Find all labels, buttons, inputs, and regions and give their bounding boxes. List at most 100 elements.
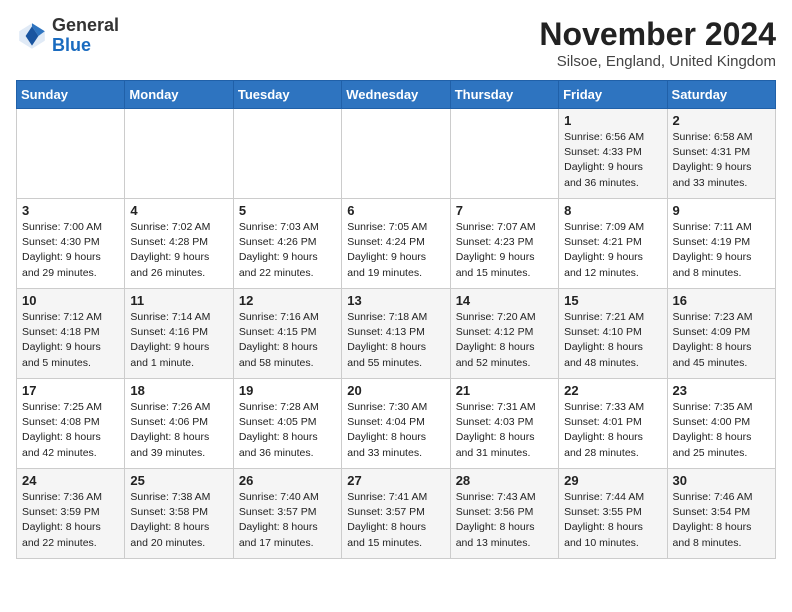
day-info: Sunrise: 7:03 AM Sunset: 4:26 PM Dayligh… bbox=[239, 220, 336, 281]
calendar-cell: 4 Sunrise: 7:02 AM Sunset: 4:28 PM Daylig… bbox=[125, 199, 233, 289]
calendar-cell: 9 Sunrise: 7:11 AM Sunset: 4:19 PM Daylig… bbox=[667, 199, 775, 289]
day-info: Sunrise: 7:00 AM Sunset: 4:30 PM Dayligh… bbox=[22, 220, 119, 281]
day-number: 21 bbox=[456, 383, 553, 398]
day-info: Sunrise: 7:20 AM Sunset: 4:12 PM Dayligh… bbox=[456, 310, 553, 371]
day-number: 15 bbox=[564, 293, 661, 308]
weekday-header-row: SundayMondayTuesdayWednesdayThursdayFrid… bbox=[17, 81, 776, 109]
day-number: 14 bbox=[456, 293, 553, 308]
day-number: 27 bbox=[347, 473, 444, 488]
calendar-cell bbox=[233, 109, 341, 199]
day-info: Sunrise: 7:05 AM Sunset: 4:24 PM Dayligh… bbox=[347, 220, 444, 281]
day-number: 7 bbox=[456, 203, 553, 218]
day-info: Sunrise: 7:36 AM Sunset: 3:59 PM Dayligh… bbox=[22, 490, 119, 551]
day-number: 9 bbox=[673, 203, 770, 218]
day-info: Sunrise: 7:23 AM Sunset: 4:09 PM Dayligh… bbox=[673, 310, 770, 371]
day-number: 5 bbox=[239, 203, 336, 218]
day-info: Sunrise: 7:07 AM Sunset: 4:23 PM Dayligh… bbox=[456, 220, 553, 281]
calendar-cell: 21Sunrise: 7:31 AM Sunset: 4:03 PM Dayli… bbox=[450, 379, 558, 469]
calendar-cell bbox=[17, 109, 125, 199]
calendar-cell: 20 Sunrise: 7:30 AM Sunset: 4:04 PM Dayli… bbox=[342, 379, 450, 469]
day-number: 2 bbox=[673, 113, 770, 128]
calendar-cell: 26 Sunrise: 7:40 AM Sunset: 3:57 PM Dayli… bbox=[233, 469, 341, 559]
location: Silsoe, England, United Kingdom bbox=[539, 53, 776, 70]
day-number: 22 bbox=[564, 383, 661, 398]
day-number: 28 bbox=[456, 473, 553, 488]
calendar-cell bbox=[450, 109, 558, 199]
calendar-table: SundayMondayTuesdayWednesdayThursdayFrid… bbox=[16, 80, 776, 559]
day-number: 8 bbox=[564, 203, 661, 218]
day-number: 4 bbox=[130, 203, 227, 218]
day-info: Sunrise: 7:26 AM Sunset: 4:06 PM Dayligh… bbox=[130, 400, 227, 461]
day-number: 25 bbox=[130, 473, 227, 488]
day-number: 17 bbox=[22, 383, 119, 398]
calendar-week-row: 10 Sunrise: 7:12 AM Sunset: 4:18 PM Dayli… bbox=[17, 289, 776, 379]
day-number: 3 bbox=[22, 203, 119, 218]
day-number: 18 bbox=[130, 383, 227, 398]
calendar-cell: 2Sunrise: 6:58 AM Sunset: 4:31 PM Daylig… bbox=[667, 109, 775, 199]
calendar-cell: 23 Sunrise: 7:35 AM Sunset: 4:00 PM Dayli… bbox=[667, 379, 775, 469]
logo-text: General Blue bbox=[52, 16, 119, 56]
weekday-header-monday: Monday bbox=[125, 81, 233, 109]
day-info: Sunrise: 7:38 AM Sunset: 3:58 PM Dayligh… bbox=[130, 490, 227, 551]
day-info: Sunrise: 7:43 AM Sunset: 3:56 PM Dayligh… bbox=[456, 490, 553, 551]
weekday-header-tuesday: Tuesday bbox=[233, 81, 341, 109]
calendar-cell: 25 Sunrise: 7:38 AM Sunset: 3:58 PM Dayli… bbox=[125, 469, 233, 559]
calendar-cell bbox=[342, 109, 450, 199]
day-info: Sunrise: 7:21 AM Sunset: 4:10 PM Dayligh… bbox=[564, 310, 661, 371]
day-number: 6 bbox=[347, 203, 444, 218]
calendar-cell: 27Sunrise: 7:41 AM Sunset: 3:57 PM Dayli… bbox=[342, 469, 450, 559]
calendar-cell: 5 Sunrise: 7:03 AM Sunset: 4:26 PM Daylig… bbox=[233, 199, 341, 289]
day-number: 19 bbox=[239, 383, 336, 398]
calendar-cell: 10 Sunrise: 7:12 AM Sunset: 4:18 PM Dayli… bbox=[17, 289, 125, 379]
day-info: Sunrise: 7:40 AM Sunset: 3:57 PM Dayligh… bbox=[239, 490, 336, 551]
calendar-cell: 15 Sunrise: 7:21 AM Sunset: 4:10 PM Dayli… bbox=[559, 289, 667, 379]
day-info: Sunrise: 7:11 AM Sunset: 4:19 PM Dayligh… bbox=[673, 220, 770, 281]
day-info: Sunrise: 7:12 AM Sunset: 4:18 PM Dayligh… bbox=[22, 310, 119, 371]
calendar-cell: 1 Sunrise: 6:56 AM Sunset: 4:33 PM Daylig… bbox=[559, 109, 667, 199]
day-info: Sunrise: 7:35 AM Sunset: 4:00 PM Dayligh… bbox=[673, 400, 770, 461]
day-number: 10 bbox=[22, 293, 119, 308]
day-number: 11 bbox=[130, 293, 227, 308]
calendar-cell: 16 Sunrise: 7:23 AM Sunset: 4:09 PM Dayli… bbox=[667, 289, 775, 379]
day-number: 29 bbox=[564, 473, 661, 488]
day-number: 16 bbox=[673, 293, 770, 308]
day-number: 26 bbox=[239, 473, 336, 488]
calendar-cell: 11 Sunrise: 7:14 AM Sunset: 4:16 PM Dayli… bbox=[125, 289, 233, 379]
calendar-cell: 18 Sunrise: 7:26 AM Sunset: 4:06 PM Dayli… bbox=[125, 379, 233, 469]
calendar-cell: 6 Sunrise: 7:05 AM Sunset: 4:24 PM Daylig… bbox=[342, 199, 450, 289]
calendar-week-row: 1 Sunrise: 6:56 AM Sunset: 4:33 PM Daylig… bbox=[17, 109, 776, 199]
calendar-week-row: 17 Sunrise: 7:25 AM Sunset: 4:08 PM Dayli… bbox=[17, 379, 776, 469]
logo: General Blue bbox=[16, 16, 119, 56]
day-info: Sunrise: 7:25 AM Sunset: 4:08 PM Dayligh… bbox=[22, 400, 119, 461]
logo-icon bbox=[16, 20, 48, 52]
day-info: Sunrise: 7:44 AM Sunset: 3:55 PM Dayligh… bbox=[564, 490, 661, 551]
calendar-cell: 17 Sunrise: 7:25 AM Sunset: 4:08 PM Dayli… bbox=[17, 379, 125, 469]
weekday-header-sunday: Sunday bbox=[17, 81, 125, 109]
day-info: Sunrise: 7:09 AM Sunset: 4:21 PM Dayligh… bbox=[564, 220, 661, 281]
calendar-cell: 19 Sunrise: 7:28 AM Sunset: 4:05 PM Dayli… bbox=[233, 379, 341, 469]
day-info: Sunrise: 7:14 AM Sunset: 4:16 PM Dayligh… bbox=[130, 310, 227, 371]
calendar-cell bbox=[125, 109, 233, 199]
day-info: Sunrise: 6:56 AM Sunset: 4:33 PM Dayligh… bbox=[564, 130, 661, 191]
day-info: Sunrise: 7:28 AM Sunset: 4:05 PM Dayligh… bbox=[239, 400, 336, 461]
day-number: 30 bbox=[673, 473, 770, 488]
calendar-cell: 28 Sunrise: 7:43 AM Sunset: 3:56 PM Dayli… bbox=[450, 469, 558, 559]
day-number: 23 bbox=[673, 383, 770, 398]
page-header: General Blue November 2024 Silsoe, Engla… bbox=[16, 16, 776, 70]
day-number: 13 bbox=[347, 293, 444, 308]
day-number: 12 bbox=[239, 293, 336, 308]
calendar-cell: 7 Sunrise: 7:07 AM Sunset: 4:23 PM Daylig… bbox=[450, 199, 558, 289]
calendar-cell: 8 Sunrise: 7:09 AM Sunset: 4:21 PM Daylig… bbox=[559, 199, 667, 289]
title-area: November 2024 Silsoe, England, United Ki… bbox=[539, 16, 776, 70]
month-title: November 2024 bbox=[539, 16, 776, 53]
weekday-header-wednesday: Wednesday bbox=[342, 81, 450, 109]
calendar-cell: 24Sunrise: 7:36 AM Sunset: 3:59 PM Dayli… bbox=[17, 469, 125, 559]
day-info: Sunrise: 7:46 AM Sunset: 3:54 PM Dayligh… bbox=[673, 490, 770, 551]
day-number: 1 bbox=[564, 113, 661, 128]
calendar-cell: 29 Sunrise: 7:44 AM Sunset: 3:55 PM Dayli… bbox=[559, 469, 667, 559]
day-number: 20 bbox=[347, 383, 444, 398]
day-info: Sunrise: 7:02 AM Sunset: 4:28 PM Dayligh… bbox=[130, 220, 227, 281]
calendar-week-row: 24Sunrise: 7:36 AM Sunset: 3:59 PM Dayli… bbox=[17, 469, 776, 559]
day-info: Sunrise: 7:30 AM Sunset: 4:04 PM Dayligh… bbox=[347, 400, 444, 461]
calendar-cell: 12Sunrise: 7:16 AM Sunset: 4:15 PM Dayli… bbox=[233, 289, 341, 379]
